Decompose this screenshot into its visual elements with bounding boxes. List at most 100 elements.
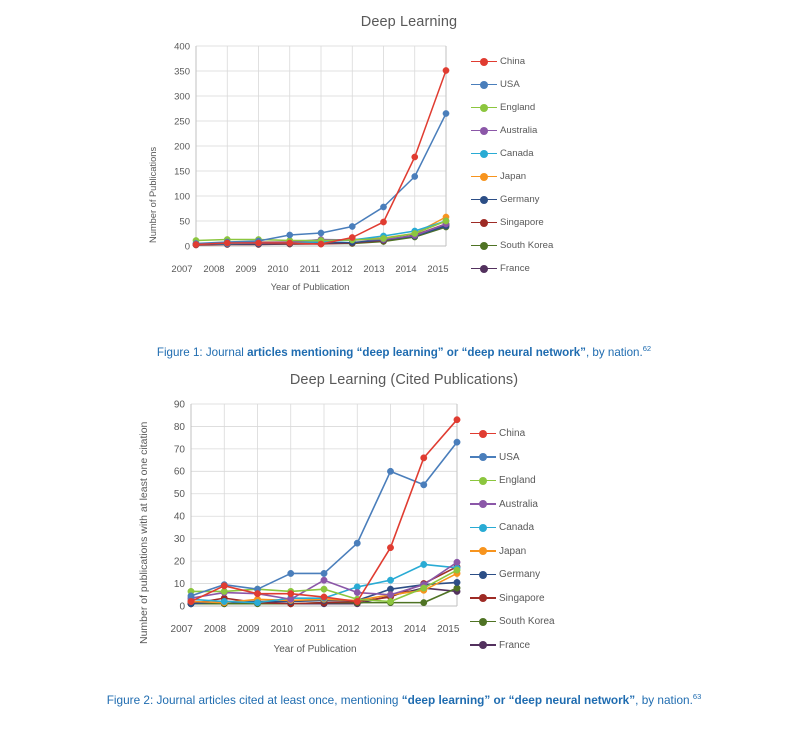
legend-item-france[interactable]: France (470, 634, 555, 658)
chart-2-plot: 0 10 20 30 40 50 60 70 80 90 (165, 398, 465, 620)
figure-1-caption-prefix: Figure 1: Journal (156, 345, 248, 359)
chart-1-svg-x-tick-2012: 2012 (331, 264, 353, 275)
legend-label: Singapore (500, 217, 544, 228)
chart-2-svg-y-tick-50: 50 (174, 489, 186, 500)
legend-marker-icon (471, 79, 497, 91)
legend-marker-icon (470, 592, 496, 604)
chart-1-x-tick-labels: 2007 2008 2009 2010 2011 2012 2013 2014 2015 (166, 264, 454, 275)
figure-1: Deep Learning Number of Publications 0 50… (0, 14, 808, 340)
legend-label: France (499, 639, 531, 651)
legend-marker-icon (471, 148, 497, 160)
legend-label: Australia (499, 498, 538, 510)
chart-2-svg-x-tick-2007: 2007 (170, 624, 193, 635)
legend-item-canada[interactable]: Canada (471, 142, 553, 165)
chart-2-svg-x-tick-2013: 2013 (370, 624, 393, 635)
legend-item-canada[interactable]: Canada (470, 516, 555, 540)
chart-1-svg-x-tick-2015: 2015 (427, 264, 449, 275)
legend-label: Australia (500, 125, 538, 136)
legend-item-usa[interactable]: USA (471, 73, 553, 96)
legend-label: Germany (500, 194, 540, 205)
chart-1-svg-x-tick-2011: 2011 (299, 264, 321, 275)
legend-marker-icon (471, 171, 497, 183)
legend-label: France (500, 263, 530, 274)
legend-marker-icon (470, 569, 496, 581)
legend-item-england[interactable]: England (471, 96, 553, 119)
chart-2-svg-x-tick-2012: 2012 (337, 624, 360, 635)
chart-1-svg-x-tick-2014: 2014 (395, 264, 417, 275)
chart-2-x-axis-title: Year of Publication (273, 644, 357, 655)
legend-marker-icon (471, 194, 497, 206)
chart-1-plot: 0 50 100 150 200 250 300 350 400 (166, 40, 454, 260)
legend-item-china[interactable]: China (470, 422, 555, 446)
chart-1-y-axis-title: Number of Publications (148, 146, 158, 243)
figure-1-caption: Figure 1: Journal articles mentioning “d… (0, 344, 808, 359)
figure-2-caption-footnote: 63 (692, 692, 702, 701)
chart-2-area: Number of publications with at least one… (130, 396, 610, 658)
legend-item-france[interactable]: France (471, 257, 553, 280)
figure-2-caption: Figure 2: Journal articles cited at leas… (0, 692, 808, 707)
legend-marker-icon (470, 475, 496, 487)
chart-2-svg-x-tick-2015: 2015 (437, 624, 460, 635)
chart-1-svg-x-tick-2013: 2013 (363, 264, 385, 275)
document-page: Deep Learning Number of Publications 0 50… (0, 0, 808, 740)
chart-2-svg-y-tick-40: 40 (174, 512, 186, 523)
chart-2-title: Deep Learning (Cited Publications) (289, 372, 519, 388)
legend-item-germany[interactable]: Germany (471, 188, 553, 211)
legend-marker-icon (470, 498, 496, 510)
chart-2-svg-x-tick-2014: 2014 (403, 624, 427, 635)
chart-2-svg-x-tick-2008: 2008 (203, 624, 227, 635)
chart-1-legend: China USA England Australia Canada Japan Germa… (471, 50, 553, 280)
legend-label: Canada (499, 522, 535, 534)
chart-1-svg-x-tick-2007: 2007 (171, 264, 193, 275)
chart-2-svg-x-tick-2009: 2009 (237, 624, 260, 635)
legend-marker-icon (471, 263, 497, 275)
chart-1-svg-y-tick-250: 250 (174, 116, 190, 127)
chart-2-svg-y-tick-10: 10 (174, 579, 186, 590)
legend-marker-icon (471, 240, 497, 252)
chart-1-x-axis-title: Year of Publication (270, 282, 350, 293)
figure-1-caption-footnote: 62 (642, 344, 652, 353)
chart-2-svg-y-tick-30: 30 (174, 534, 186, 545)
legend-label: England (500, 102, 536, 113)
legend-item-australia[interactable]: Australia (470, 493, 555, 517)
chart-2-svg-y-tick-60: 60 (174, 467, 186, 478)
chart-2-y-axis-title: Number of publications with at least one… (138, 421, 150, 644)
legend-label: China (500, 56, 526, 67)
chart-1-svg-y-tick-50: 50 (179, 216, 190, 227)
chart-1-svg-y-tick-300: 300 (174, 91, 190, 102)
legend-item-japan[interactable]: Japan (471, 165, 553, 188)
legend-item-japan[interactable]: Japan (470, 540, 555, 564)
legend-item-south-korea[interactable]: South Korea (471, 234, 553, 257)
chart-1-svg-x-tick-2010: 2010 (267, 264, 289, 275)
legend-label: Japan (499, 545, 527, 557)
chart-2-svg: 0 10 20 30 40 50 60 70 80 90 (174, 399, 461, 612)
legend-item-singapore[interactable]: Singapore (470, 587, 555, 611)
legend-item-usa[interactable]: USA (470, 446, 555, 470)
figure-2-caption-bold: “deep learning” or “deep neural network” (401, 692, 636, 707)
chart-2-legend: China USA England Australia Canada Japan Germa… (470, 422, 555, 657)
legend-label: China (499, 428, 526, 440)
legend-marker-icon (470, 639, 496, 651)
chart-1-svg-x-tick-2009: 2009 (235, 264, 257, 275)
figure-2: Deep Learning (Cited Publications) Numbe… (0, 372, 808, 684)
legend-item-england[interactable]: England (470, 469, 555, 493)
chart-1-svg-y-tick-200: 200 (174, 141, 190, 152)
legend-label: Germany (499, 569, 541, 581)
legend-marker-icon (470, 545, 496, 557)
legend-item-singapore[interactable]: Singapore (471, 211, 553, 234)
legend-item-china[interactable]: China (471, 50, 553, 73)
legend-item-germany[interactable]: Germany (470, 563, 555, 587)
chart-2-svg-y-tick-20: 20 (174, 557, 186, 568)
chart-2-svg-y-tick-90: 90 (174, 399, 186, 410)
legend-label: South Korea (499, 616, 555, 628)
chart-2-svg-y-tick-80: 80 (174, 422, 186, 433)
legend-item-south-korea[interactable]: South Korea (470, 610, 555, 634)
legend-label: England (499, 475, 536, 487)
legend-item-australia[interactable]: Australia (471, 119, 553, 142)
legend-marker-icon (471, 102, 497, 114)
legend-label: Japan (500, 171, 527, 182)
chart-1-area: Number of Publications 0 50 100 150 200 250 30… (138, 38, 608, 303)
figure-1-caption-bold: articles mentioning “deep learning” or “… (247, 345, 586, 359)
figure-2-caption-prefix: Figure 2: Journal articles cited at leas… (106, 692, 402, 707)
figure-2-caption-suffix: , by nation. (635, 692, 693, 707)
